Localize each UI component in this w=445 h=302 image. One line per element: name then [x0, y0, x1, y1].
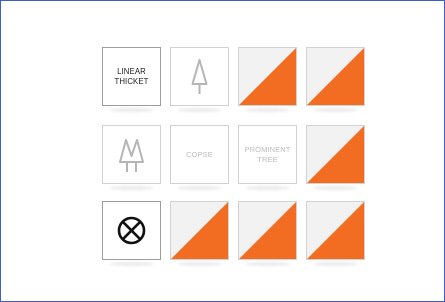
card-label: LINEAR THICKET — [114, 66, 149, 86]
control-flag-icon — [239, 48, 296, 105]
card-linear-thicket[interactable]: LINEAR THICKET — [102, 47, 161, 106]
card-single-tree[interactable] — [170, 47, 229, 106]
single-tree-icon — [191, 59, 208, 94]
card-prominent-tree[interactable]: PROMINENT TREE — [238, 125, 297, 184]
card-hidden[interactable] — [306, 47, 365, 106]
card-hidden[interactable] — [238, 201, 297, 260]
card-copse[interactable]: COPSE — [170, 125, 229, 184]
card-hidden[interactable] — [170, 201, 229, 260]
control-flag-icon — [171, 202, 228, 259]
card-label: PROMINENT TREE — [244, 144, 291, 164]
control-flag-icon — [307, 126, 364, 183]
card-hidden[interactable] — [306, 201, 365, 260]
card-tree-cluster[interactable] — [102, 125, 161, 184]
game-frame: LINEAR THICKET COPSE PROMINENT TREE — [0, 0, 445, 302]
card-hidden[interactable] — [238, 47, 297, 106]
control-flag-icon — [307, 48, 364, 105]
card-hidden[interactable] — [306, 125, 365, 184]
card-grid: LINEAR THICKET COPSE PROMINENT TREE — [102, 47, 365, 263]
card-label: COPSE — [186, 149, 213, 159]
tree-cluster-icon — [119, 139, 144, 172]
control-flag-icon — [307, 202, 364, 259]
control-flag-icon — [239, 202, 296, 259]
circle-x-icon — [117, 216, 146, 245]
card-circle-x[interactable] — [102, 201, 161, 260]
